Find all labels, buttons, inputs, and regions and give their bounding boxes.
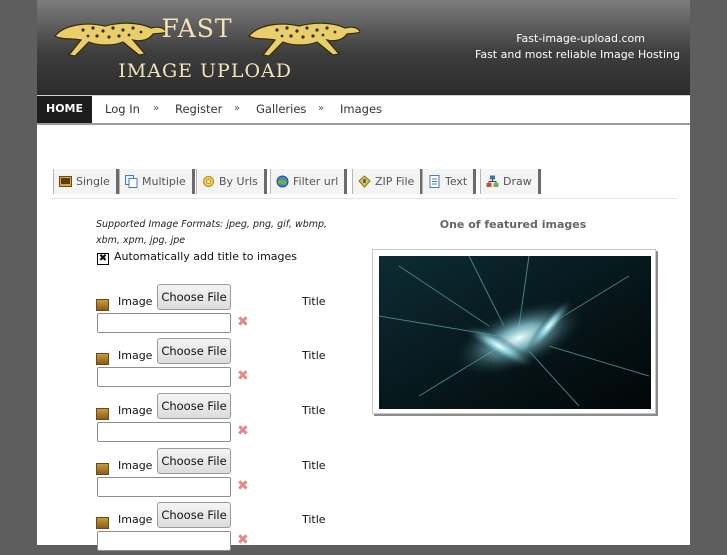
title-label: Title (302, 295, 326, 308)
title-input[interactable] (97, 531, 231, 551)
image-label: Image (118, 295, 153, 308)
title-input[interactable] (97, 313, 231, 333)
upload-row: Image Choose File Title ✖ (96, 500, 356, 555)
image-label: Image (118, 513, 153, 526)
remove-row-icon[interactable]: ✖ (237, 424, 249, 438)
image-file-icon (96, 463, 109, 475)
nav-separator: » (318, 103, 325, 114)
site-header: FAST IMAGE UPLOAD Fast-image-upload.com … (37, 0, 690, 95)
tab-filter-url[interactable]: Filter url (270, 169, 348, 194)
tab-label: ZIP File (375, 175, 415, 188)
title-label: Title (302, 404, 326, 417)
tab-text[interactable]: Text (422, 169, 477, 194)
choose-file-button[interactable]: Choose File (157, 448, 231, 474)
image-label: Image (118, 404, 153, 417)
title-label: Title (302, 349, 326, 362)
image-label: Image (118, 459, 153, 472)
upload-row: Image Choose File Title ✖ (96, 336, 356, 391)
auto-title-label: Automatically add title to images (114, 250, 298, 263)
image-file-icon (96, 299, 109, 311)
text-document-icon (429, 175, 440, 188)
nav-separator: » (153, 103, 160, 114)
title-input[interactable] (97, 367, 231, 387)
featured-title: One of featured images (439, 218, 587, 231)
tab-label: Filter url (293, 175, 339, 188)
tab-label: By Urls (219, 175, 258, 188)
filter-url-icon (276, 175, 289, 188)
choose-file-button[interactable]: Choose File (157, 338, 231, 364)
single-image-icon (59, 176, 72, 187)
title-input[interactable] (97, 422, 231, 442)
page-container: FAST IMAGE UPLOAD Fast-image-upload.com … (37, 0, 690, 551)
nav-separator: » (234, 103, 241, 114)
nav-images[interactable]: Images (340, 96, 382, 122)
remove-row-icon[interactable]: ✖ (237, 369, 249, 383)
tab-draw[interactable]: Draw (480, 169, 541, 194)
remove-row-icon[interactable]: ✖ (237, 315, 249, 329)
image-file-icon (96, 353, 109, 365)
zip-icon (358, 175, 371, 188)
urls-icon (203, 176, 214, 187)
tab-label: Draw (503, 175, 532, 188)
site-tagline: Fast and most reliable Image Hosting (475, 48, 680, 61)
tab-label: Multiple (142, 175, 186, 188)
site-domain: Fast-image-upload.com (516, 32, 645, 45)
multiple-images-icon (125, 175, 138, 188)
choose-file-button[interactable]: Choose File (157, 284, 231, 310)
featured-image[interactable] (379, 256, 651, 409)
auto-title-option: ✖ Automatically add title to images (97, 250, 297, 265)
auto-title-checkbox[interactable]: ✖ (97, 253, 109, 265)
draw-icon (486, 175, 499, 187)
main-nav: HOME Log In » Register » Galleries » Ima… (37, 95, 690, 125)
image-label: Image (118, 349, 153, 362)
logo-subtitle[interactable]: IMAGE UPLOAD (77, 60, 292, 82)
nav-login[interactable]: Log In (105, 96, 140, 122)
tab-zip-file[interactable]: ZIP File (352, 169, 424, 194)
tab-multiple[interactable]: Multiple (119, 169, 195, 194)
image-file-icon (96, 517, 109, 529)
choose-file-button[interactable]: Choose File (157, 502, 231, 528)
logo-title[interactable]: FAST (97, 14, 297, 43)
choose-file-button[interactable]: Choose File (157, 393, 231, 419)
featured-image-frame[interactable] (372, 249, 656, 414)
title-input[interactable] (97, 477, 231, 497)
supported-formats-text: Supported Image Formats: jpeg, png, gif,… (96, 219, 328, 246)
nav-home[interactable]: HOME (37, 96, 92, 123)
image-file-icon (96, 408, 109, 420)
upload-row: Image Choose File Title ✖ (96, 446, 356, 501)
tab-label: Text (445, 175, 468, 188)
upload-row: Image Choose File Title ✖ (96, 282, 356, 337)
title-label: Title (302, 459, 326, 472)
abstract-light-image (379, 256, 651, 409)
nav-register[interactable]: Register (175, 96, 222, 122)
tab-single[interactable]: Single (53, 169, 119, 194)
upload-mode-tabs: Single Multiple By Urls Filter url ZIP F… (51, 168, 677, 199)
remove-row-icon[interactable]: ✖ (237, 479, 249, 493)
nav-galleries[interactable]: Galleries (256, 96, 306, 122)
tab-by-urls[interactable]: By Urls (196, 169, 267, 194)
title-label: Title (302, 513, 326, 526)
upload-row: Image Choose File Title ✖ (96, 391, 356, 446)
tab-label: Single (76, 175, 110, 188)
